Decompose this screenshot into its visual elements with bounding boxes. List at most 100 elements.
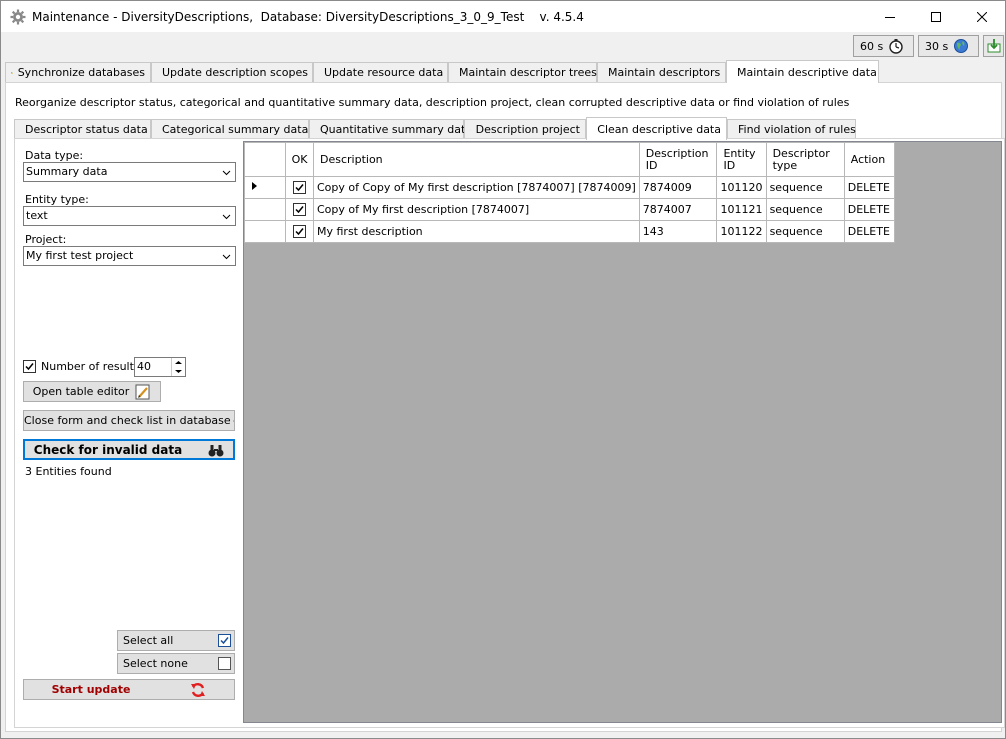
- checkbox-checked-icon[interactable]: [293, 181, 306, 195]
- table-header-row: OK Description Description ID Entity ID …: [244, 142, 895, 177]
- close-form-button[interactable]: Close form and check list in database: [23, 410, 235, 431]
- tab-label: Maintain descriptor trees: [459, 66, 597, 79]
- tab-maintain-descriptor-trees[interactable]: Maintain descriptor trees: [448, 62, 597, 82]
- maximize-button[interactable]: [913, 1, 959, 32]
- descriptor-type-cell[interactable]: sequence: [765, 220, 845, 243]
- timer-60-button[interactable]: 60 s: [853, 35, 914, 57]
- row-header-current[interactable]: [244, 176, 286, 199]
- checkmark-icon: [25, 363, 34, 371]
- data-type-select[interactable]: Summary data: [23, 162, 236, 182]
- table-row[interactable]: Copy of Copy of My first description [78…: [244, 176, 895, 199]
- tab-update-description-scopes[interactable]: Update description scopes: [151, 62, 313, 82]
- tab-maintain-descriptive-data[interactable]: Maintain descriptive data: [726, 60, 879, 83]
- start-update-button[interactable]: Start update: [23, 679, 235, 700]
- number-of-results-input[interactable]: 40: [134, 357, 186, 377]
- tab-update-resource-data[interactable]: Update resource data: [313, 62, 448, 82]
- checkbox-checked-icon[interactable]: [293, 225, 306, 239]
- number-of-results-checkbox[interactable]: [23, 360, 36, 373]
- description-id-cell[interactable]: 143: [638, 220, 718, 243]
- tab-maintain-descriptors[interactable]: CE Maintain descriptors: [597, 62, 726, 82]
- close-button[interactable]: [959, 1, 1005, 32]
- tab-categorical-summary-data[interactable]: Categorical summary data: [151, 119, 309, 139]
- globe-icon: [954, 39, 969, 53]
- entity-type-value: text: [26, 209, 48, 222]
- export-icon: [987, 39, 1001, 53]
- tab-label: Synchronize databases: [17, 66, 145, 79]
- description-cell[interactable]: Copy of Copy of My first description [78…: [313, 176, 640, 199]
- close-icon: [977, 11, 987, 22]
- entity-type-select[interactable]: text: [23, 206, 236, 226]
- description-id-cell[interactable]: 7874007: [638, 198, 718, 221]
- entity-id-cell[interactable]: 101120: [716, 176, 767, 199]
- number-of-results-value: 40: [137, 360, 151, 373]
- timer-30-button[interactable]: 30 s: [918, 35, 979, 57]
- spinner-buttons[interactable]: [171, 358, 185, 376]
- timer-30-label: 30 s: [925, 39, 949, 53]
- tab-label: Update description scopes: [162, 66, 308, 79]
- ok-cell[interactable]: [285, 176, 314, 199]
- export-button[interactable]: [983, 35, 1004, 57]
- select-none-label: Select none: [123, 657, 188, 670]
- select-none-button[interactable]: Select none: [117, 653, 235, 674]
- tab-find-violation-of-rules[interactable]: Find violation of rules: [727, 119, 856, 139]
- description-cell[interactable]: My first description: [313, 220, 640, 243]
- descriptor-type-cell[interactable]: sequence: [765, 198, 845, 221]
- tab-quantitative-summary-data[interactable]: Σ Quantitative summary data: [309, 119, 472, 139]
- action-cell[interactable]: DELETE: [843, 220, 895, 243]
- action-cell[interactable]: DELETE: [843, 176, 895, 199]
- data-type-value: Summary data: [26, 165, 108, 178]
- entity-id-cell[interactable]: 101121: [716, 198, 767, 221]
- edit-icon: [135, 384, 150, 399]
- tab-clean-descriptive-data[interactable]: Clean descriptive data: [586, 117, 727, 140]
- check-invalid-data-button[interactable]: Check for invalid data: [23, 439, 235, 460]
- column-header-entity-id[interactable]: Entity ID: [716, 142, 767, 177]
- ok-cell[interactable]: [285, 220, 314, 243]
- open-table-editor-button[interactable]: Open table editor: [23, 381, 161, 402]
- sync-icon: [11, 71, 13, 74]
- description-id-cell[interactable]: 7874009: [638, 176, 718, 199]
- results-table: OK Description Description ID Entity ID …: [244, 142, 895, 243]
- column-header-description-id[interactable]: Description ID: [638, 142, 718, 177]
- project-label: Project:: [25, 233, 67, 246]
- table-row[interactable]: My first description 143 101122 sequence…: [244, 220, 895, 243]
- data-type-label: Data type:: [25, 149, 84, 162]
- tab-description-project[interactable]: Description project: [464, 119, 586, 139]
- tab-label: Maintain descriptors: [608, 66, 721, 79]
- action-cell[interactable]: DELETE: [843, 198, 895, 221]
- toolbar: 60 s 30 s: [1, 32, 1005, 59]
- checkbox-checked-icon[interactable]: [293, 203, 306, 217]
- maximize-icon: [931, 11, 941, 22]
- column-header-ok[interactable]: OK: [285, 142, 314, 177]
- select-all-button[interactable]: Select all: [117, 630, 235, 651]
- title-bar: Maintenance - DiversityDescriptions, Dat…: [1, 1, 1005, 32]
- description-cell[interactable]: Copy of My first description [7874007]: [313, 198, 640, 221]
- row-header-corner: [244, 142, 286, 177]
- open-table-editor-label: Open table editor: [32, 385, 130, 398]
- tab-label: Categorical summary data: [162, 123, 309, 136]
- descriptor-type-cell[interactable]: sequence: [765, 176, 845, 199]
- sub-tab-strip: Descriptor status data Categorical summa…: [14, 117, 864, 140]
- table-row[interactable]: Copy of My first description [7874007] 7…: [244, 198, 895, 221]
- ok-cell[interactable]: [285, 198, 314, 221]
- project-value: My first test project: [26, 249, 134, 262]
- results-grid[interactable]: OK Description Description ID Entity ID …: [243, 141, 1002, 723]
- status-text: 3 Entities found: [25, 465, 112, 478]
- minimize-button[interactable]: [867, 1, 913, 32]
- check-invalid-data-label: Check for invalid data: [33, 442, 183, 457]
- window-title: Maintenance - DiversityDescriptions, Dat…: [32, 10, 584, 24]
- tab-label: Maintain descriptive data: [737, 65, 877, 79]
- start-update-label: Start update: [51, 683, 131, 696]
- current-row-icon: [252, 182, 257, 190]
- row-header[interactable]: [244, 198, 286, 221]
- row-header[interactable]: [244, 220, 286, 243]
- entity-id-cell[interactable]: 101122: [716, 220, 767, 243]
- chevron-down-icon: [222, 254, 231, 260]
- column-header-descriptor-type[interactable]: Descriptor type: [765, 142, 845, 177]
- column-header-description[interactable]: Description: [313, 142, 640, 177]
- column-header-action[interactable]: Action: [843, 142, 895, 177]
- tab-synchronize-databases[interactable]: Synchronize databases: [5, 62, 151, 82]
- tab-label: Update resource data: [324, 66, 444, 79]
- project-select[interactable]: My first test project: [23, 246, 236, 266]
- tab-descriptor-status-data[interactable]: Descriptor status data: [14, 119, 151, 139]
- panel-description: Reorganize descriptor status, categorica…: [15, 96, 850, 109]
